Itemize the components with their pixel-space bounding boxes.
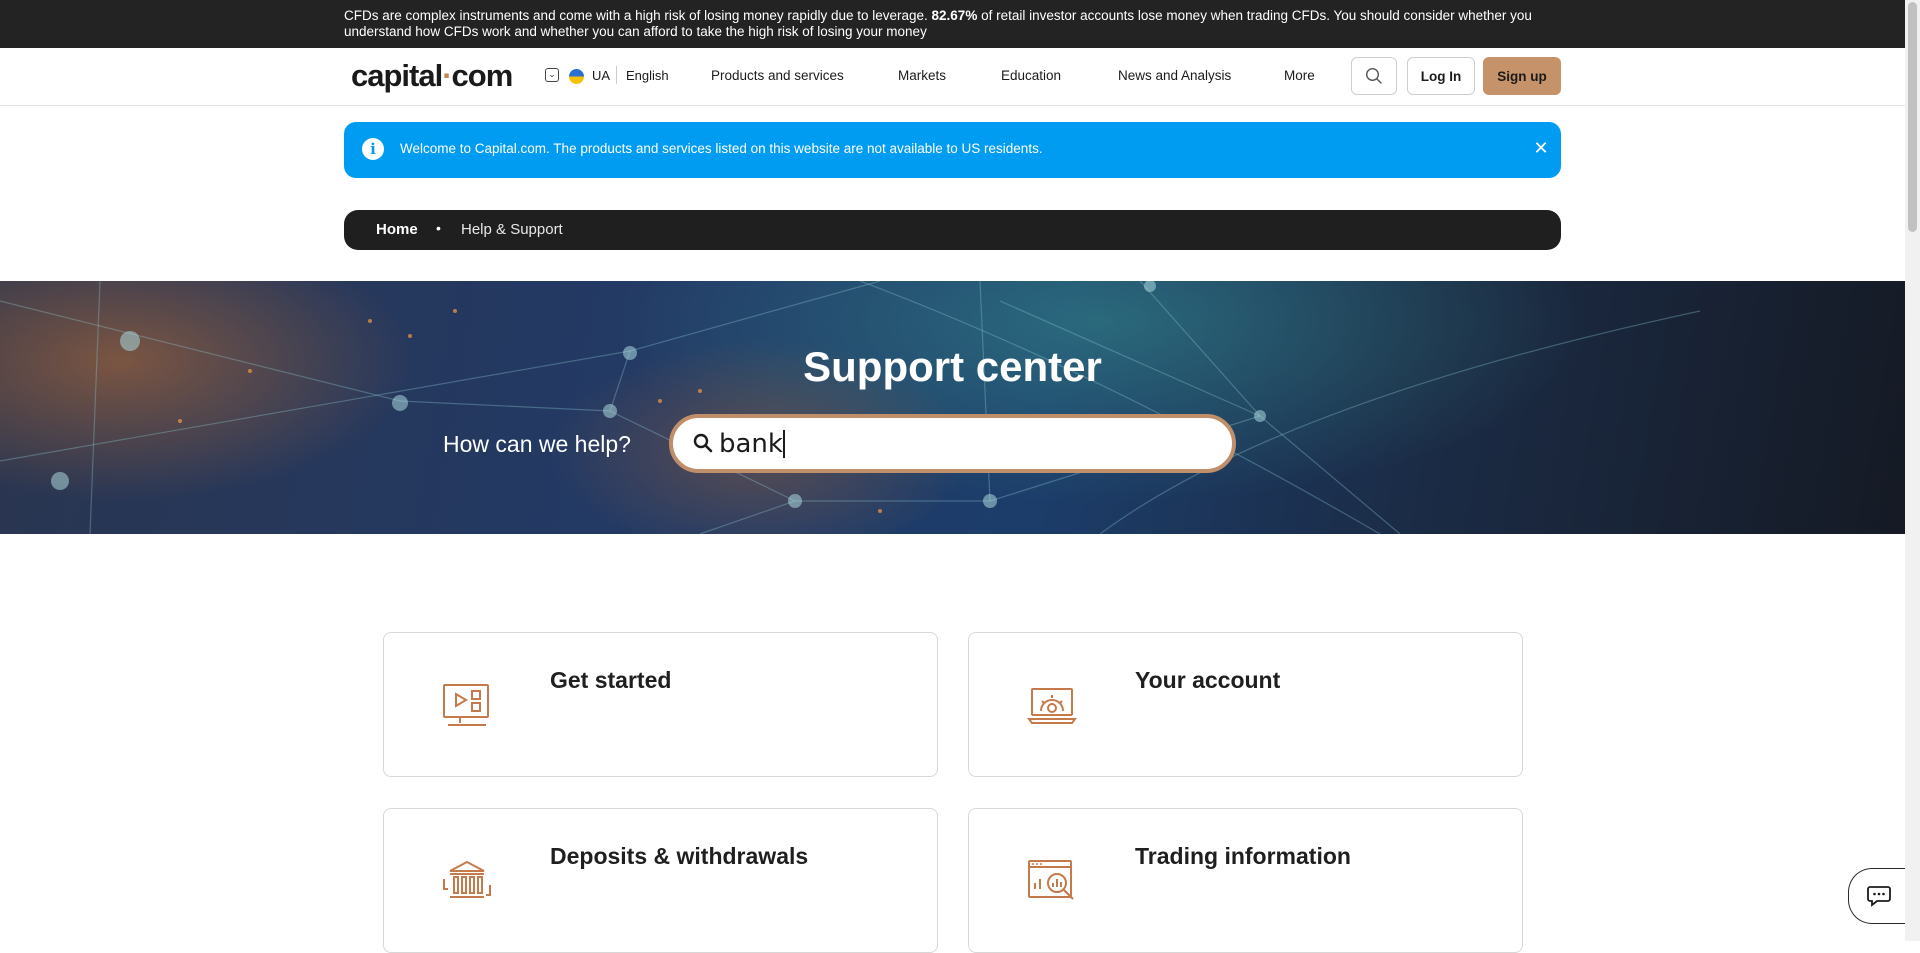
network-background-graphic xyxy=(0,281,1701,534)
support-search-input[interactable] xyxy=(719,427,1199,461)
page-title: Support center xyxy=(803,343,1102,390)
language-selector[interactable]: English xyxy=(626,68,669,83)
category-title: Get started xyxy=(550,667,672,693)
category-title: Trading information xyxy=(1135,843,1351,869)
support-search-box[interactable] xyxy=(669,414,1236,473)
nav-markets[interactable]: Markets xyxy=(898,68,946,83)
search-prompt-label: How can we help? xyxy=(443,431,631,457)
category-title: Deposits & withdrawals xyxy=(550,843,809,869)
category-card-trading-information[interactable]: Trading information xyxy=(968,808,1523,953)
bank-transfer-icon xyxy=(443,860,491,898)
close-icon[interactable]: ✕ xyxy=(1529,136,1553,160)
category-card-deposits-withdrawals[interactable]: Deposits & withdrawals xyxy=(383,808,938,953)
scrollbar-thumb[interactable] xyxy=(1908,2,1917,232)
country-code[interactable]: UA xyxy=(592,68,610,83)
chat-bubble-icon xyxy=(1866,886,1891,907)
search-icon xyxy=(1365,67,1382,84)
us-residents-notice: i Welcome to Capital.com. The products a… xyxy=(344,122,1561,178)
capital-com-logo[interactable]: capital·com xyxy=(351,58,513,94)
category-card-your-account[interactable]: Your account xyxy=(968,632,1523,777)
breadcrumb: Home • Help & Support xyxy=(344,210,1561,250)
login-button[interactable]: Log In xyxy=(1407,57,1475,95)
chat-widget-button[interactable] xyxy=(1848,868,1908,924)
support-hero: Support center How can we help? xyxy=(0,281,1905,534)
info-icon: i xyxy=(362,138,384,160)
search-icon xyxy=(693,433,713,453)
breadcrumb-separator: • xyxy=(436,220,441,236)
signup-button[interactable]: Sign up xyxy=(1483,57,1561,95)
language-divider xyxy=(616,66,617,84)
breadcrumb-current: Help & Support xyxy=(461,221,563,238)
category-card-get-started[interactable]: Get started xyxy=(383,632,938,777)
risk-percentage: 82.67% xyxy=(931,8,978,23)
page-scrollbar[interactable] xyxy=(1905,0,1920,941)
presentation-monitor-icon xyxy=(443,684,489,726)
header-search-button[interactable] xyxy=(1351,57,1397,95)
chart-magnifier-icon xyxy=(1028,860,1074,900)
risk-warning-bar: CFDs are complex instruments and come wi… xyxy=(0,0,1905,48)
laptop-settings-icon xyxy=(1027,688,1077,724)
language-dropdown-chevron-icon[interactable]: ⌄ xyxy=(545,68,559,82)
flag-ukraine-icon[interactable] xyxy=(569,69,584,84)
breadcrumb-home-link[interactable]: Home xyxy=(376,221,418,238)
notice-text: Welcome to Capital.com. The products and… xyxy=(400,141,1043,156)
risk-warning-text: CFDs are complex instruments and come wi… xyxy=(344,8,1532,39)
site-header: capital·com ⌄ UA English Products and se… xyxy=(0,48,1905,106)
nav-more[interactable]: More xyxy=(1284,68,1315,83)
text-cursor xyxy=(783,430,785,458)
nav-products-and-services[interactable]: Products and services xyxy=(711,68,844,83)
category-title: Your account xyxy=(1135,667,1281,693)
nav-news-and-analysis[interactable]: News and Analysis xyxy=(1118,68,1231,83)
nav-education[interactable]: Education xyxy=(1001,68,1061,83)
